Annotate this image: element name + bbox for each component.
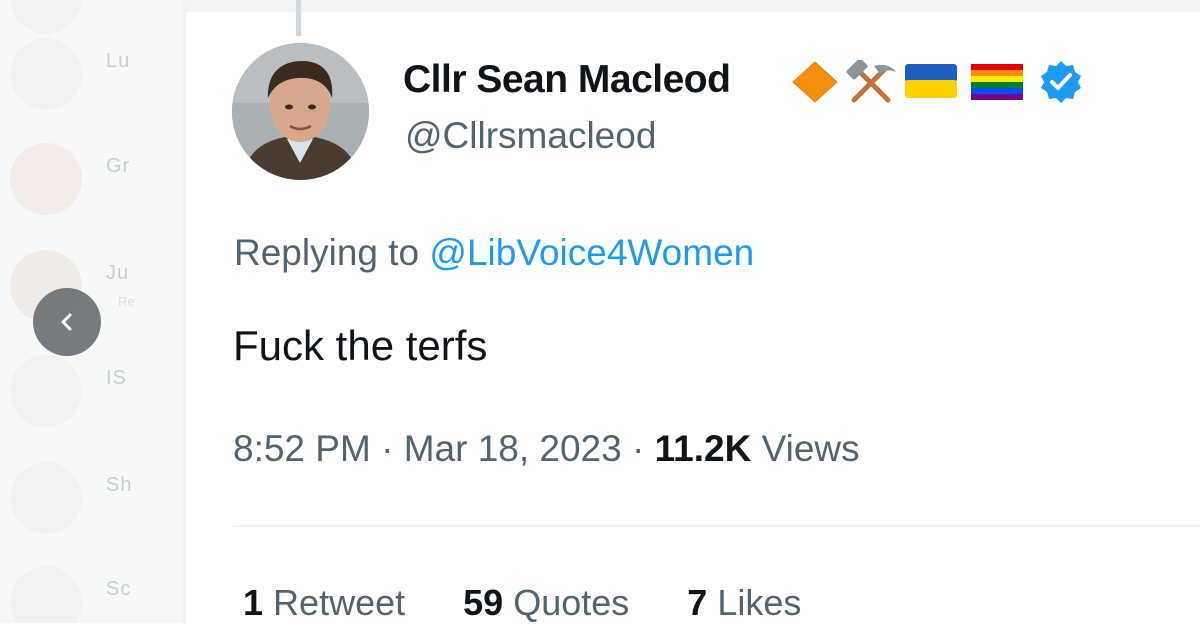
verified-badge-icon [1041,61,1081,103]
list-item-name: Sh [106,474,133,496]
list-item[interactable]: IS [10,355,180,435]
avatar [10,462,82,534]
replying-to-link[interactable]: @LibVoice4Women [429,232,754,273]
previous-tweet-edge [186,0,1200,12]
divider [183,0,186,623]
avatar [10,355,82,427]
views-count: 11.2K [654,428,752,469]
avatar [10,143,82,215]
views-label: Views [761,428,860,469]
chevron-left-icon [61,313,72,331]
hammer-and-pick-icon [846,60,896,103]
replying-to-line: Replying to @LibVoice4Women [234,232,754,274]
list-item-name: IS [106,367,127,389]
rainbow-flag-icon [971,64,1023,100]
likes-label: Likes [717,582,802,623]
list-item[interactable] [10,0,180,42]
list-item[interactable]: Sc [10,566,180,623]
divider [233,525,1200,527]
orange-diamond-icon [792,61,838,103]
author-display-name[interactable]: Cllr Sean Macleod [403,58,731,102]
list-item-name: Gr [106,155,131,177]
list-item-name: Lu [106,50,131,72]
tweet-time[interactable]: 8:52 PM [233,428,371,469]
tweet-text: Fuck the terfs [233,322,488,369]
likes-stat[interactable]: 7 Likes [687,582,801,624]
ukraine-flag-icon [905,64,957,98]
avatar [10,38,82,110]
author-photo [232,43,369,180]
thread-connector [296,0,301,36]
avatar [10,566,82,623]
meta-separator: · [381,428,394,469]
tweet-meta: 8:52 PM · Mar 18, 2023 · 11.2K Views [233,428,860,470]
author-avatar[interactable] [232,43,369,180]
list-item[interactable]: Sh [10,462,180,542]
list-item-name: Sc [106,578,132,600]
retweets-count: 1 [243,582,264,623]
list-item-name: Ju [106,262,130,284]
meta-separator: · [632,428,645,469]
avatar [10,0,82,34]
likes-count: 7 [687,582,708,623]
engagement-stats: 1 Retweet 59 Quotes 7 Likes [243,582,801,624]
list-item[interactable]: Lu [10,38,180,118]
quotes-stat[interactable]: 59 Quotes [463,582,629,624]
quotes-label: Quotes [513,582,630,623]
retweets-stat[interactable]: 1 Retweet [243,582,405,624]
list-item-preview: Re [118,294,135,309]
list-item[interactable]: Gr [10,143,180,223]
author-handle[interactable]: @Cllrsmacleod [405,115,656,157]
back-button[interactable] [33,288,101,356]
quotes-count: 59 [463,582,504,623]
replying-to-label: Replying to [234,232,420,273]
retweets-label: Retweet [273,582,406,623]
tweet-date[interactable]: Mar 18, 2023 [404,428,622,469]
